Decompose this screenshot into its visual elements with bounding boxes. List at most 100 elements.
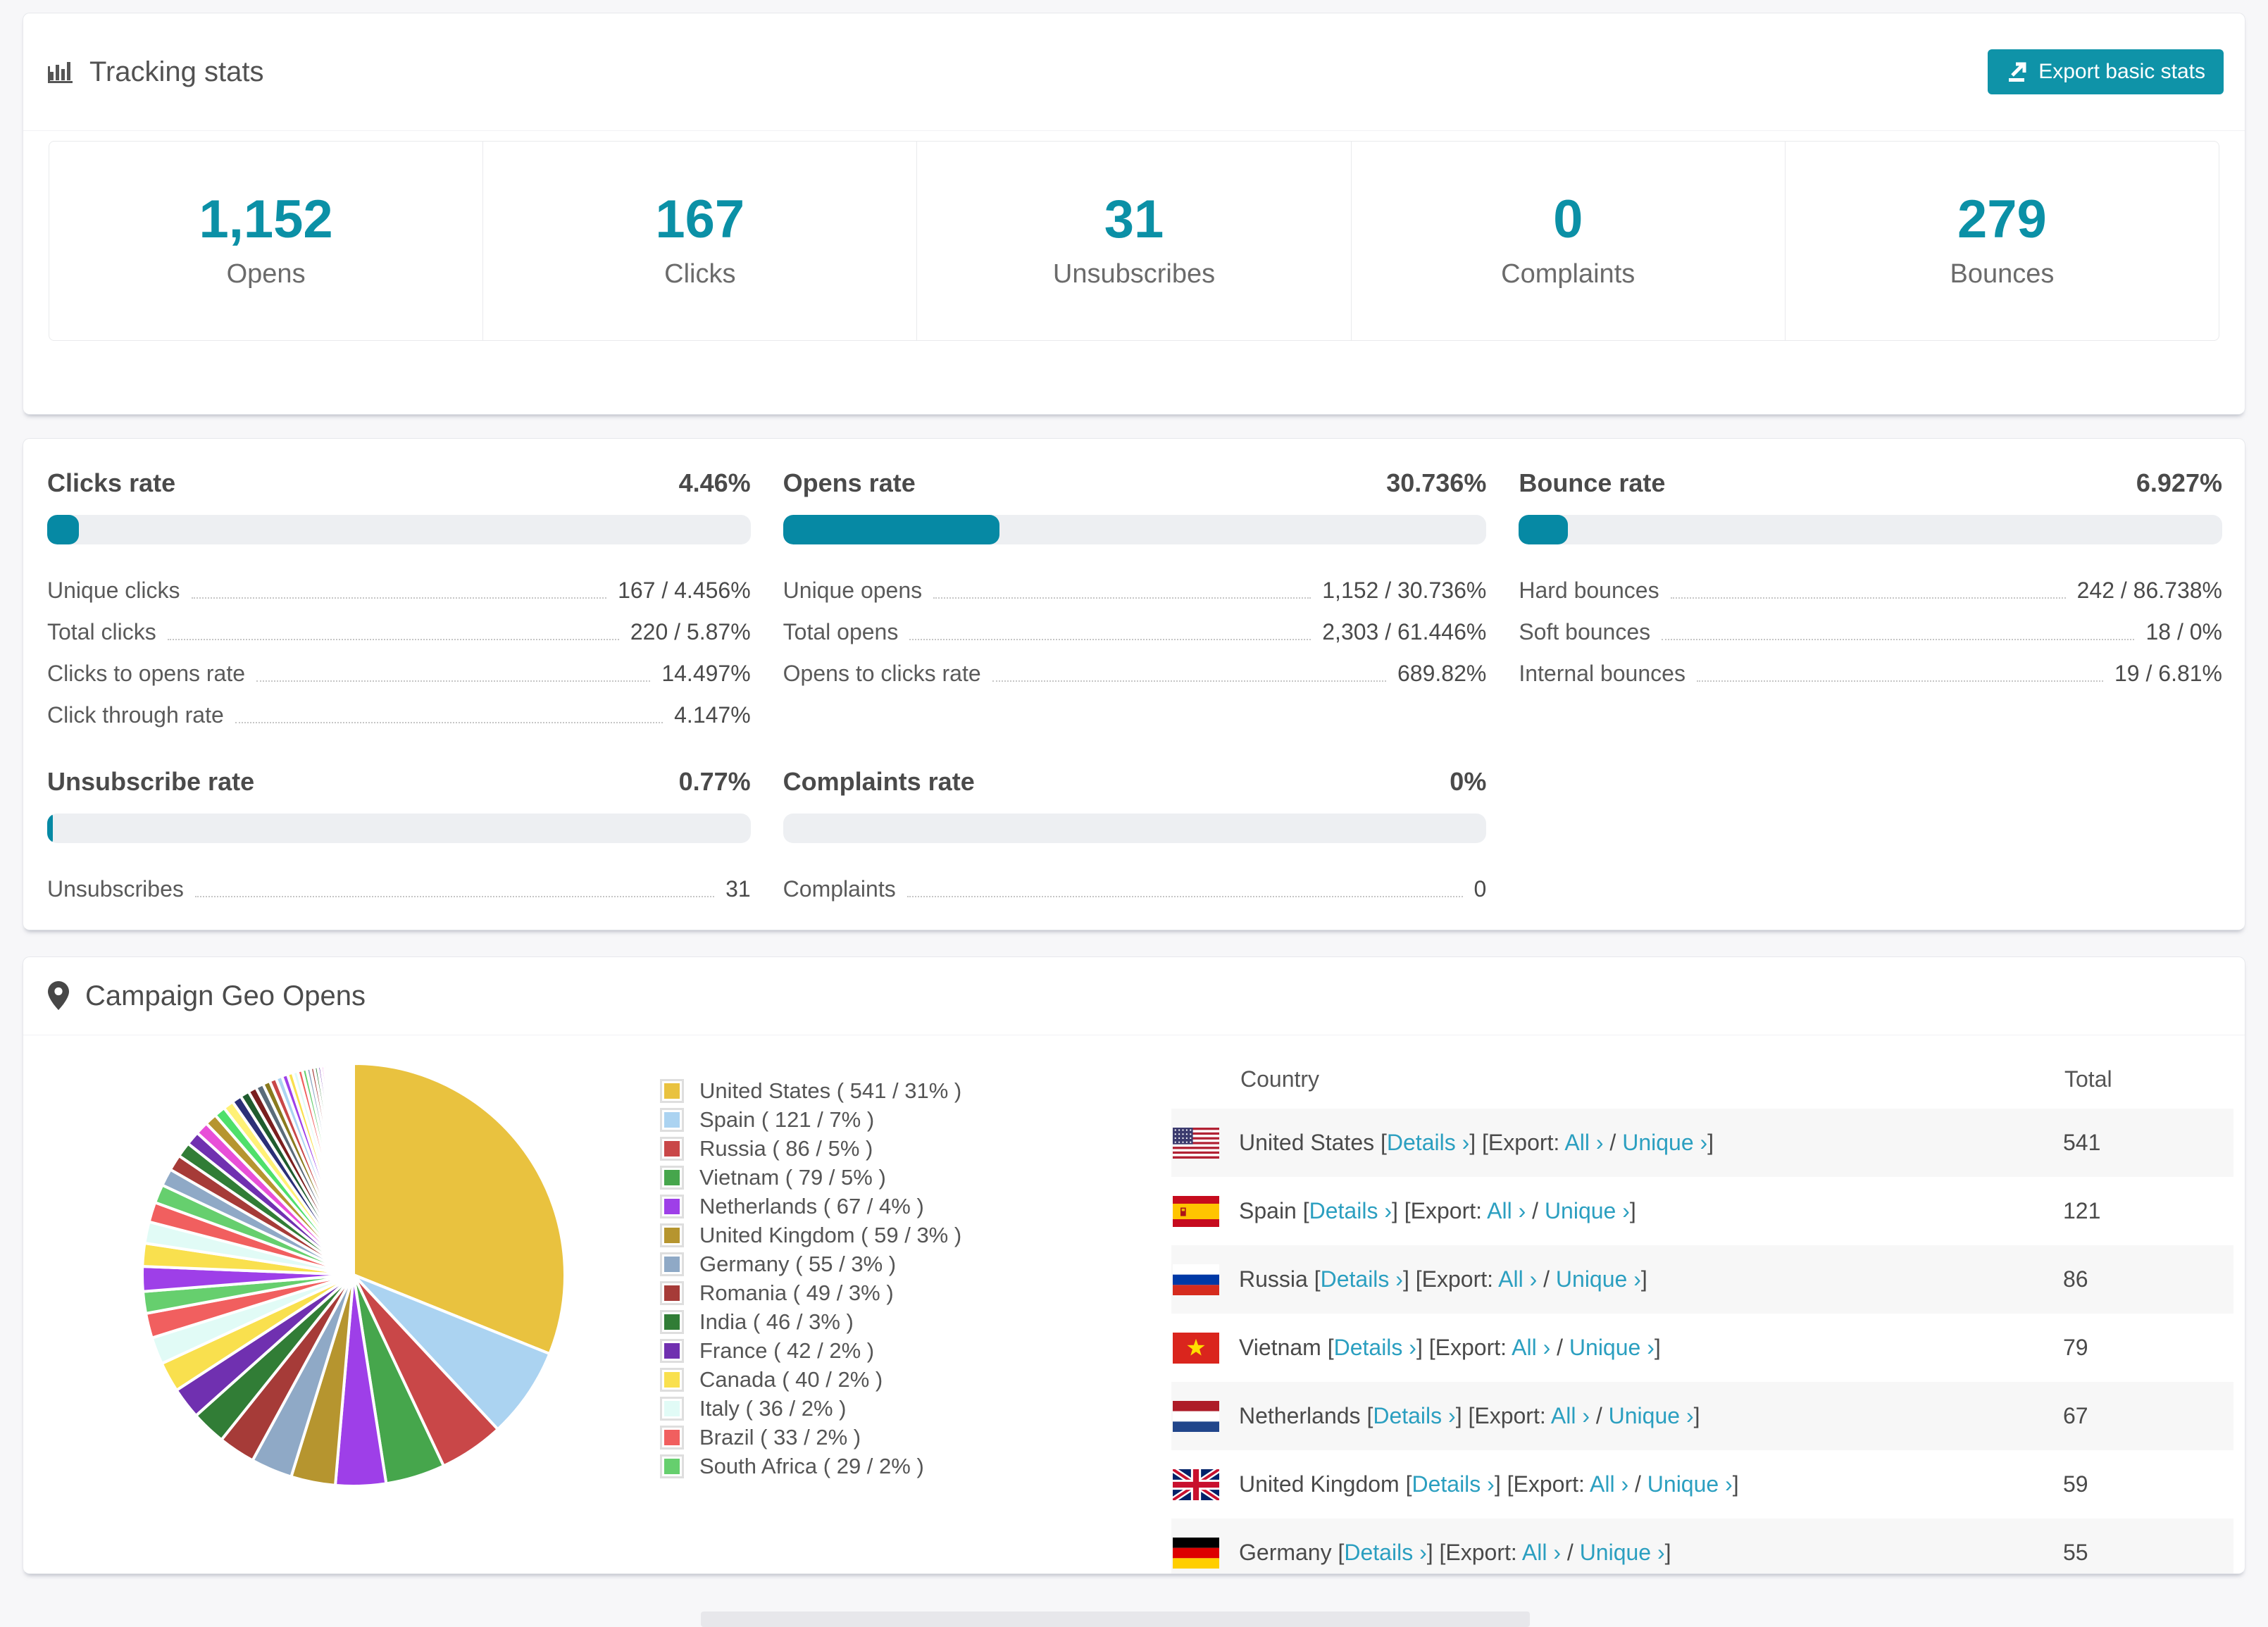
legend-label: Germany ( 55 / 3% ) — [699, 1251, 897, 1276]
dotted-leader — [1696, 680, 2103, 682]
export-unique-link[interactable]: Unique › — [1609, 1403, 1694, 1428]
export-all-link[interactable]: All › — [1487, 1198, 1526, 1223]
dotted-leader — [1662, 639, 2135, 640]
legend-item-vietnam[interactable]: Vietnam ( 79 / 5% ) — [660, 1163, 1171, 1192]
export-all-link[interactable]: All › — [1590, 1471, 1628, 1497]
geo-title: Campaign Geo Opens — [85, 980, 366, 1011]
rate-title: Complaints rate — [783, 767, 975, 796]
rate-row-label: Click through rate — [47, 702, 224, 728]
rate-row-soft-bounces: Soft bounces 18 / 0% — [1519, 613, 2222, 654]
legend-label: Netherlands ( 67 / 4% ) — [699, 1193, 924, 1218]
rate-block-header: Clicks rate 4.46% — [47, 468, 751, 498]
legend-item-brazil[interactable]: Brazil ( 33 / 2% ) — [660, 1423, 1171, 1452]
details-link[interactable]: Details › — [1344, 1540, 1426, 1565]
export-basic-stats-button[interactable]: Export basic stats — [1988, 49, 2224, 94]
legend-swatch — [660, 1396, 684, 1421]
export-unique-link[interactable]: Unique › — [1545, 1198, 1630, 1223]
legend-label: Italy ( 36 / 2% ) — [699, 1395, 847, 1421]
stat-cell-bounces: 279 Bounces — [1786, 142, 2219, 340]
legend-item-romania[interactable]: Romania ( 49 / 3% ) — [660, 1278, 1171, 1307]
rate-row-label: Total opens — [783, 619, 899, 644]
export-unique-link[interactable]: Unique › — [1647, 1471, 1733, 1497]
legend-item-germany[interactable]: Germany ( 55 / 3% ) — [660, 1249, 1171, 1278]
campaign-geo-opens-panel: Campaign Geo Opens United States ( 541 /… — [23, 956, 2245, 1574]
export-unique-link[interactable]: Unique › — [1569, 1335, 1655, 1360]
total-cell: 86 — [2063, 1266, 2088, 1292]
export-unique-link[interactable]: Unique › — [1580, 1540, 1665, 1565]
stat-cell-opens: 1,152 Opens — [49, 142, 484, 340]
total-cell: 121 — [2063, 1198, 2101, 1223]
country-cell: Russia [Details ›] [Export: All › / Uniq… — [1239, 1266, 1647, 1292]
page-title: Tracking stats — [89, 56, 264, 87]
legend-swatch — [660, 1223, 684, 1247]
legend-swatch — [660, 1194, 684, 1218]
country-name: Vietnam — [1239, 1335, 1328, 1360]
flag-vn-icon — [1173, 1332, 1219, 1364]
export-all-link[interactable]: All › — [1522, 1540, 1561, 1565]
details-link[interactable]: Details › — [1387, 1130, 1469, 1155]
rate-block-opens-rate: Opens rate 30.736% Unique opens 1,152 / 30.… — [783, 468, 1487, 696]
column-header-total: Total — [2064, 1066, 2112, 1092]
rate-row-value: 242 / 86.738% — [2076, 578, 2222, 603]
legend-item-india[interactable]: India ( 46 / 3% ) — [660, 1307, 1171, 1336]
rate-block-clicks-rate: Clicks rate 4.46% Unique clicks 167 / 4.456… — [47, 468, 751, 737]
legend-item-netherlands[interactable]: Netherlands ( 67 / 4% ) — [660, 1192, 1171, 1221]
export-all-link[interactable]: All › — [1551, 1403, 1590, 1428]
legend-label: United Kingdom ( 59 / 3% ) — [699, 1222, 962, 1247]
details-link[interactable]: Details › — [1321, 1266, 1403, 1292]
rate-row-value: 220 / 5.87% — [630, 619, 751, 644]
legend-item-south-africa[interactable]: South Africa ( 29 / 2% ) — [660, 1452, 1171, 1480]
table-row-vietnam: Vietnam [Details ›] [Export: All › / Uni… — [1171, 1314, 2233, 1382]
rate-rows: Hard bounces 242 / 86.738% Soft bounces 18 … — [1519, 571, 2222, 696]
rate-title: Bounce rate — [1519, 468, 1666, 497]
legend-item-france[interactable]: France ( 42 / 2% ) — [660, 1336, 1171, 1365]
dotted-leader — [906, 896, 1463, 897]
legend-item-united-kingdom[interactable]: United Kingdom ( 59 / 3% ) — [660, 1221, 1171, 1249]
rate-value: 6.927% — [2136, 468, 2222, 497]
rate-value: 0% — [1450, 767, 1487, 796]
pie-slice-other[interactable] — [351, 1061, 355, 1276]
rate-row-value: 19 / 6.81% — [2114, 661, 2222, 686]
legend-label: United States ( 541 / 31% ) — [699, 1078, 962, 1103]
details-link[interactable]: Details › — [1309, 1198, 1392, 1223]
export-unique-link[interactable]: Unique › — [1556, 1266, 1641, 1292]
rate-row-label: Unsubscribes — [47, 876, 184, 902]
legend-item-united-states[interactable]: United States ( 541 / 31% ) — [660, 1076, 1171, 1105]
rate-row-clicks-to-opens-rate: Clicks to opens rate 14.497% — [47, 654, 751, 696]
stat-value-opens: 1,152 — [199, 189, 333, 249]
legend-item-russia[interactable]: Russia ( 86 / 5% ) — [660, 1134, 1171, 1163]
legend-swatch — [660, 1454, 684, 1478]
details-link[interactable]: Details › — [1373, 1403, 1455, 1428]
rate-row-label: Unique opens — [783, 578, 923, 603]
rate-block-header: Complaints rate 0% — [783, 767, 1487, 797]
legend-swatch — [660, 1367, 684, 1392]
export-icon — [2006, 61, 2029, 83]
rate-row-value: 1,152 / 30.736% — [1322, 578, 1487, 603]
legend-item-italy[interactable]: Italy ( 36 / 2% ) — [660, 1394, 1171, 1423]
stat-value-complaints: 0 — [1553, 189, 1583, 249]
details-link[interactable]: Details › — [1334, 1335, 1416, 1360]
export-all-link[interactable]: All › — [1564, 1130, 1603, 1155]
country-name: United Kingdom — [1239, 1471, 1406, 1497]
details-link[interactable]: Details › — [1412, 1471, 1494, 1497]
legend-item-spain[interactable]: Spain ( 121 / 7% ) — [660, 1105, 1171, 1134]
export-all-link[interactable]: All › — [1498, 1266, 1537, 1292]
horizontal-scrollbar-thumb[interactable] — [701, 1612, 1530, 1627]
country-name: Russia — [1239, 1266, 1314, 1292]
legend-swatch — [660, 1165, 684, 1190]
stat-value-bounces: 279 — [1957, 189, 2047, 249]
geo-table-header: Country Total — [1171, 1049, 2233, 1109]
rate-row-unsubscribes: Unsubscribes 31 — [47, 870, 751, 911]
country-cell: Vietnam [Details ›] [Export: All › / Uni… — [1239, 1335, 1661, 1360]
dotted-leader — [933, 597, 1311, 599]
rate-progress-fill — [783, 515, 999, 544]
legend-swatch — [660, 1252, 684, 1276]
export-all-link[interactable]: All › — [1512, 1335, 1550, 1360]
rates-panel: Clicks rate 4.46% Unique clicks 167 / 4.456… — [23, 438, 2245, 930]
rate-row-value: 689.82% — [1397, 661, 1487, 686]
rate-rows: Unique clicks 167 / 4.456% Total clicks 220… — [47, 571, 751, 737]
export-unique-link[interactable]: Unique › — [1622, 1130, 1707, 1155]
rate-row-value: 2,303 / 61.446% — [1322, 619, 1487, 644]
rate-block-unsubscribe-rate: Unsubscribe rate 0.77% Unsubscribes 31 — [47, 767, 751, 911]
legend-item-canada[interactable]: Canada ( 40 / 2% ) — [660, 1365, 1171, 1394]
